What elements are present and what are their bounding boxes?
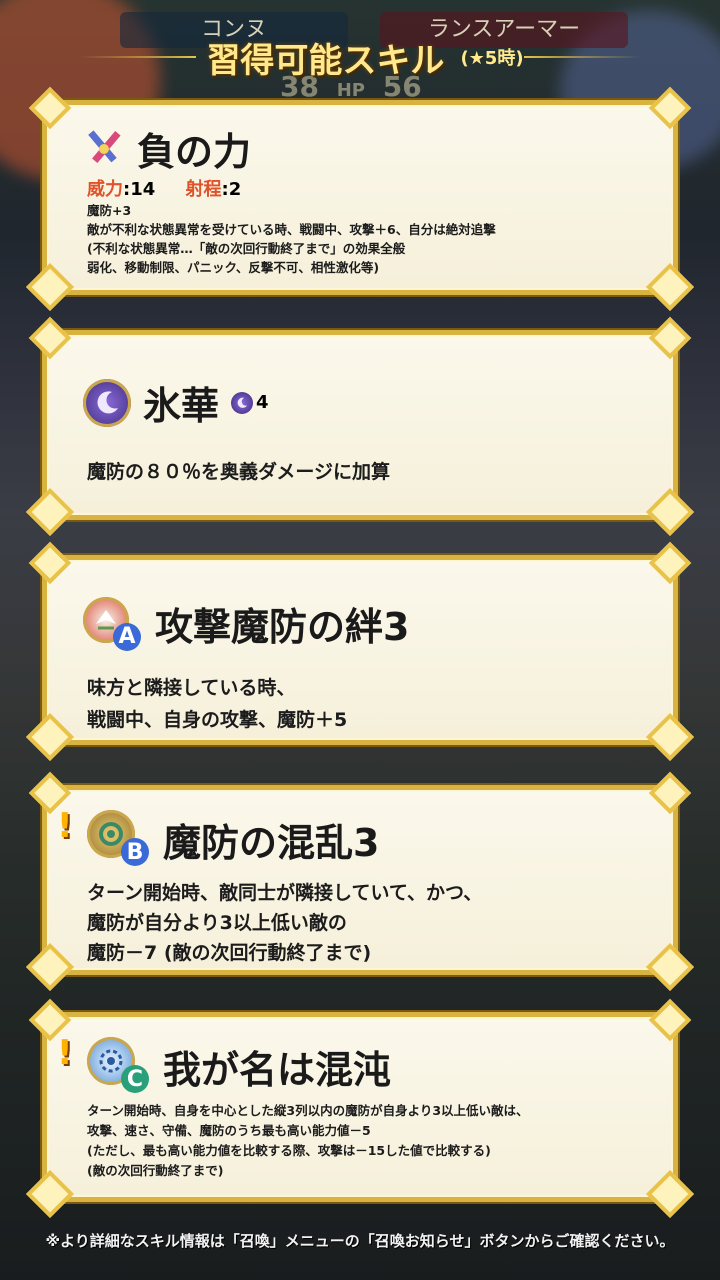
desc-line: 弱化、移動制限、パニック、反撃不可、相性激化等) xyxy=(87,260,380,275)
banner-title: 習得可能スキル xyxy=(206,40,445,81)
skill-header: A 攻撃魔防の絆3 xyxy=(83,596,409,651)
skill-name: 我が名は混沌 xyxy=(163,1047,392,1092)
skill-name: 氷華 xyxy=(143,384,220,428)
range-label: 射程 xyxy=(185,179,222,200)
skill-name: 魔防の混乱3 xyxy=(163,820,380,865)
skill-card-passive-c[interactable]: ! C 我が名は混沌 ターン開始時、自身を中心とした縦3列以内の魔防が自身より3… xyxy=(28,998,692,1202)
desc-line: 攻撃、速さ、守備、魔防のうち最も高い能力値－5 xyxy=(87,1123,371,1138)
might-label: 威力 xyxy=(87,179,123,200)
skills-title-banner: 習得可能スキル (★5時) xyxy=(80,30,640,84)
banner-subtitle: (★5時) xyxy=(460,48,524,69)
skill-header: C 我が名は混沌 xyxy=(87,1037,391,1095)
passive-b-icon: B xyxy=(87,810,151,868)
slot-badge: C xyxy=(121,1065,149,1093)
might-value: :14 xyxy=(123,179,156,200)
banner-rule-right xyxy=(523,56,640,58)
slot-badge: A xyxy=(113,622,141,651)
skill-description: 魔防+3 敵が不利な状態異常を受けている時、戦闘中、攻撃＋6、自分は絶対追撃 (… xyxy=(87,201,667,277)
passive-c-icon: C xyxy=(87,1037,151,1095)
desc-line: (敵の次回行動終了まで) xyxy=(87,1163,224,1178)
passive-a-icon: A xyxy=(83,596,141,651)
desc-line: 味方と隣接している時、 xyxy=(87,677,296,699)
desc-line: (不利な状態異常…「敵の次回行動終了まで」の効果全般 xyxy=(87,241,406,256)
desc-line: 魔防の８０％を奥義ダメージに加算 xyxy=(87,461,391,483)
skill-description: 味方と隣接している時、 戦闘中、自身の攻撃、魔防＋5 xyxy=(87,672,347,736)
skill-card-weapon[interactable]: 負の力 威力:14 射程:2 魔防+3 敵が不利な状態異常を受けている時、戦闘中… xyxy=(28,86,692,295)
desc-line: 魔防+3 xyxy=(87,203,132,218)
skill-name: 攻撃魔防の絆3 xyxy=(155,605,410,649)
alert-icon: ! xyxy=(57,1033,73,1073)
skill-header: B 魔防の混乱3 xyxy=(87,810,379,868)
weapon-stats: 威力:14 射程:2 xyxy=(87,175,241,201)
desc-line: 魔防が自分より3以上低い敵の xyxy=(87,912,347,934)
skill-description: 魔防の８０％を奥義ダメージに加算 xyxy=(87,457,390,484)
desc-line: ターン開始時、敵同士が隣接していて、かつ、 xyxy=(87,882,483,904)
skill-description: ターン開始時、敵同士が隣接していて、かつ、 魔防が自分より3以上低い敵の 魔防－… xyxy=(87,878,482,968)
skill-card-special[interactable]: 氷華 4 魔防の８０％を奥義ダメージに加算 xyxy=(28,316,692,520)
skill-card-passive-b[interactable]: ! B 魔防の混乱3 ターン開始時、敵同士が隣接していて、かつ、 魔防が自分より… xyxy=(28,771,692,975)
desc-line: 敵が不利な状態異常を受けている時、戦闘中、攻撃＋6、自分は絶対追撃 xyxy=(87,222,496,237)
range-value: :2 xyxy=(221,179,242,200)
banner-rule-left xyxy=(80,56,197,58)
footer-note: ※より詳細なスキル情報は「召喚」メニューの「召喚お知らせ」ボタンからご確認くださ… xyxy=(45,1232,675,1250)
skill-description: ターン開始時、自身を中心とした縦3列以内の魔防が自身より3以上低い敵は、 攻撃、… xyxy=(87,1101,667,1181)
skill-header: 氷華 4 xyxy=(83,375,269,430)
weapon-swords-icon xyxy=(81,126,127,172)
desc-line: ターン開始時、自身を中心とした縦3列以内の魔防が自身より3以上低い敵は、 xyxy=(87,1103,529,1118)
desc-line: 魔防－7 (敵の次回行動終了まで) xyxy=(87,942,372,964)
desc-line: 戦闘中、自身の攻撃、魔防＋5 xyxy=(87,709,348,731)
cooldown-value: 4 xyxy=(256,392,269,413)
skill-card-passive-a[interactable]: A 攻撃魔防の絆3 味方と隣接している時、 戦闘中、自身の攻撃、魔防＋5 xyxy=(28,541,692,745)
slot-badge: B xyxy=(121,838,149,866)
special-moon-icon xyxy=(83,378,131,427)
cooldown-icon xyxy=(231,391,254,414)
skill-name: 負の力 xyxy=(137,130,252,174)
desc-line: (ただし、最も高い能力値を比較する際、攻撃は－15した値で比較する) xyxy=(87,1143,491,1158)
alert-icon: ! xyxy=(57,806,73,846)
skill-header: 負の力 xyxy=(81,121,251,176)
